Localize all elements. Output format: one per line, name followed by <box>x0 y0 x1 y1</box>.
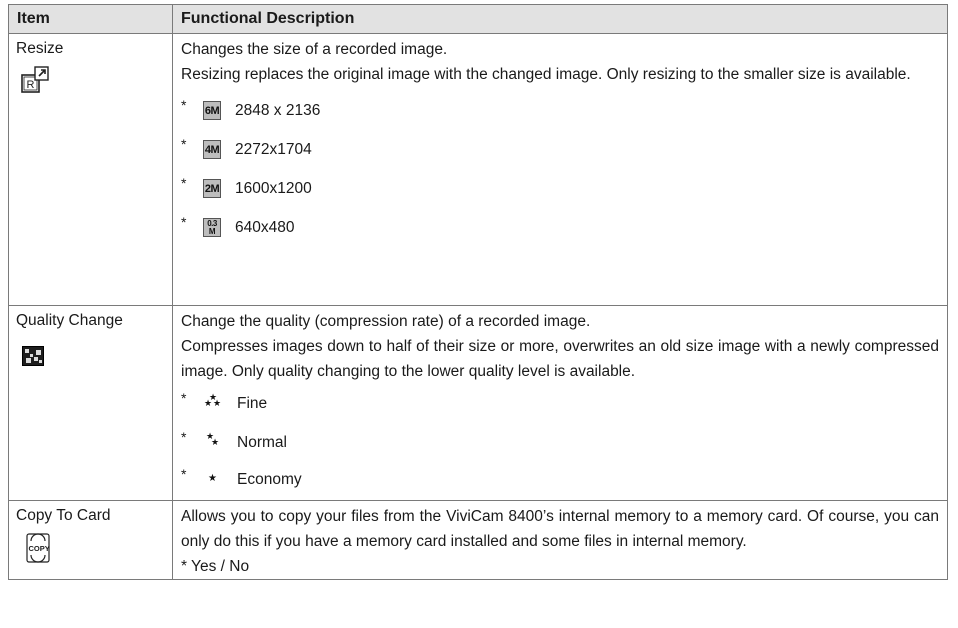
option-marker: * <box>181 175 187 191</box>
one-star-icon: ★ <box>203 467 223 492</box>
svg-text:★: ★ <box>208 473 217 483</box>
option-fine: * ★ ★ ★ Fine <box>181 384 939 423</box>
three-stars-icon: ★ ★ ★ <box>203 391 223 416</box>
quality-change-icon <box>22 346 172 371</box>
option-value: Fine <box>237 395 268 412</box>
option-value: Economy <box>237 470 302 488</box>
option-value: 2272x1704 <box>235 141 312 158</box>
option-economy: * ★ Economy <box>181 462 939 496</box>
option-marker: * <box>181 97 187 113</box>
resize-icon: R <box>21 66 172 99</box>
option-marker: * <box>181 214 187 230</box>
option-marker: * <box>181 390 187 406</box>
table-row: Quality Change Change the quality (compr… <box>8 305 948 501</box>
option-0-3m: * 0.3 M 640x480 <box>181 208 939 247</box>
size-badge-4m: 4M <box>203 140 221 159</box>
item-cell: Quality Change <box>8 305 173 501</box>
table-row: Copy To Card COPY Allows you to copy you… <box>8 500 948 580</box>
description-cell: Change the quality (compression rate) of… <box>172 305 948 501</box>
description-paragraph: Compresses images down to half of their … <box>181 338 939 380</box>
option-2m: * 2M 1600x1200 <box>181 169 939 208</box>
svg-text:R: R <box>27 79 35 91</box>
option-4m: * 4M 2272x1704 <box>181 130 939 169</box>
header-functional-description: Functional Description <box>172 4 948 34</box>
description-line: Change the quality (compression rate) of… <box>181 313 591 330</box>
description-cell: Allows you to copy your files from the V… <box>172 500 948 580</box>
item-cell: Copy To Card COPY <box>8 500 173 580</box>
item-label: Copy To Card <box>16 507 111 524</box>
size-badge-0-3m: 0.3 M <box>203 218 221 237</box>
option-value: 640x480 <box>235 219 295 236</box>
item-cell: Resize R <box>8 33 173 306</box>
svg-text:★: ★ <box>211 437 219 446</box>
item-label: Resize <box>16 40 64 57</box>
header-item: Item <box>8 4 173 34</box>
option-marker: * <box>181 429 187 445</box>
size-badge-2m: 2M <box>203 179 221 198</box>
size-badge-6m: 6M <box>203 101 221 120</box>
description-cell: Changes the size of a recorded image. Re… <box>172 33 948 306</box>
copy-to-card-icon: COPY <box>25 533 172 568</box>
option-marker: * <box>181 465 187 482</box>
option-value: 2848 x 2136 <box>235 102 321 119</box>
svg-text:★: ★ <box>213 398 221 407</box>
badge-bottom: M <box>208 226 216 236</box>
description-paragraph: Allows you to copy your files from the V… <box>181 508 939 550</box>
description-line: Changes the size of a recorded image. <box>181 41 448 58</box>
two-stars-icon: ★ ★ <box>203 430 223 455</box>
svg-text:★: ★ <box>204 398 212 407</box>
table-header-row: Item Functional Description <box>8 4 948 34</box>
option-marker: * <box>181 136 187 152</box>
option-6m: * 6M 2848 x 2136 <box>181 91 939 130</box>
option-value: Normal <box>237 434 287 451</box>
function-table: Item Functional Description Resize R Cha… <box>8 4 948 580</box>
table-row: Resize R Changes the size of a recorded … <box>8 33 948 306</box>
option-normal: * ★ ★ Normal <box>181 423 939 462</box>
option-value: 1600x1200 <box>235 180 312 197</box>
option-yes-no: * Yes / No <box>181 558 250 575</box>
description-paragraph: Resizing replaces the original image wit… <box>181 66 911 83</box>
item-label: Quality Change <box>16 312 123 329</box>
svg-text:COPY: COPY <box>29 544 50 553</box>
